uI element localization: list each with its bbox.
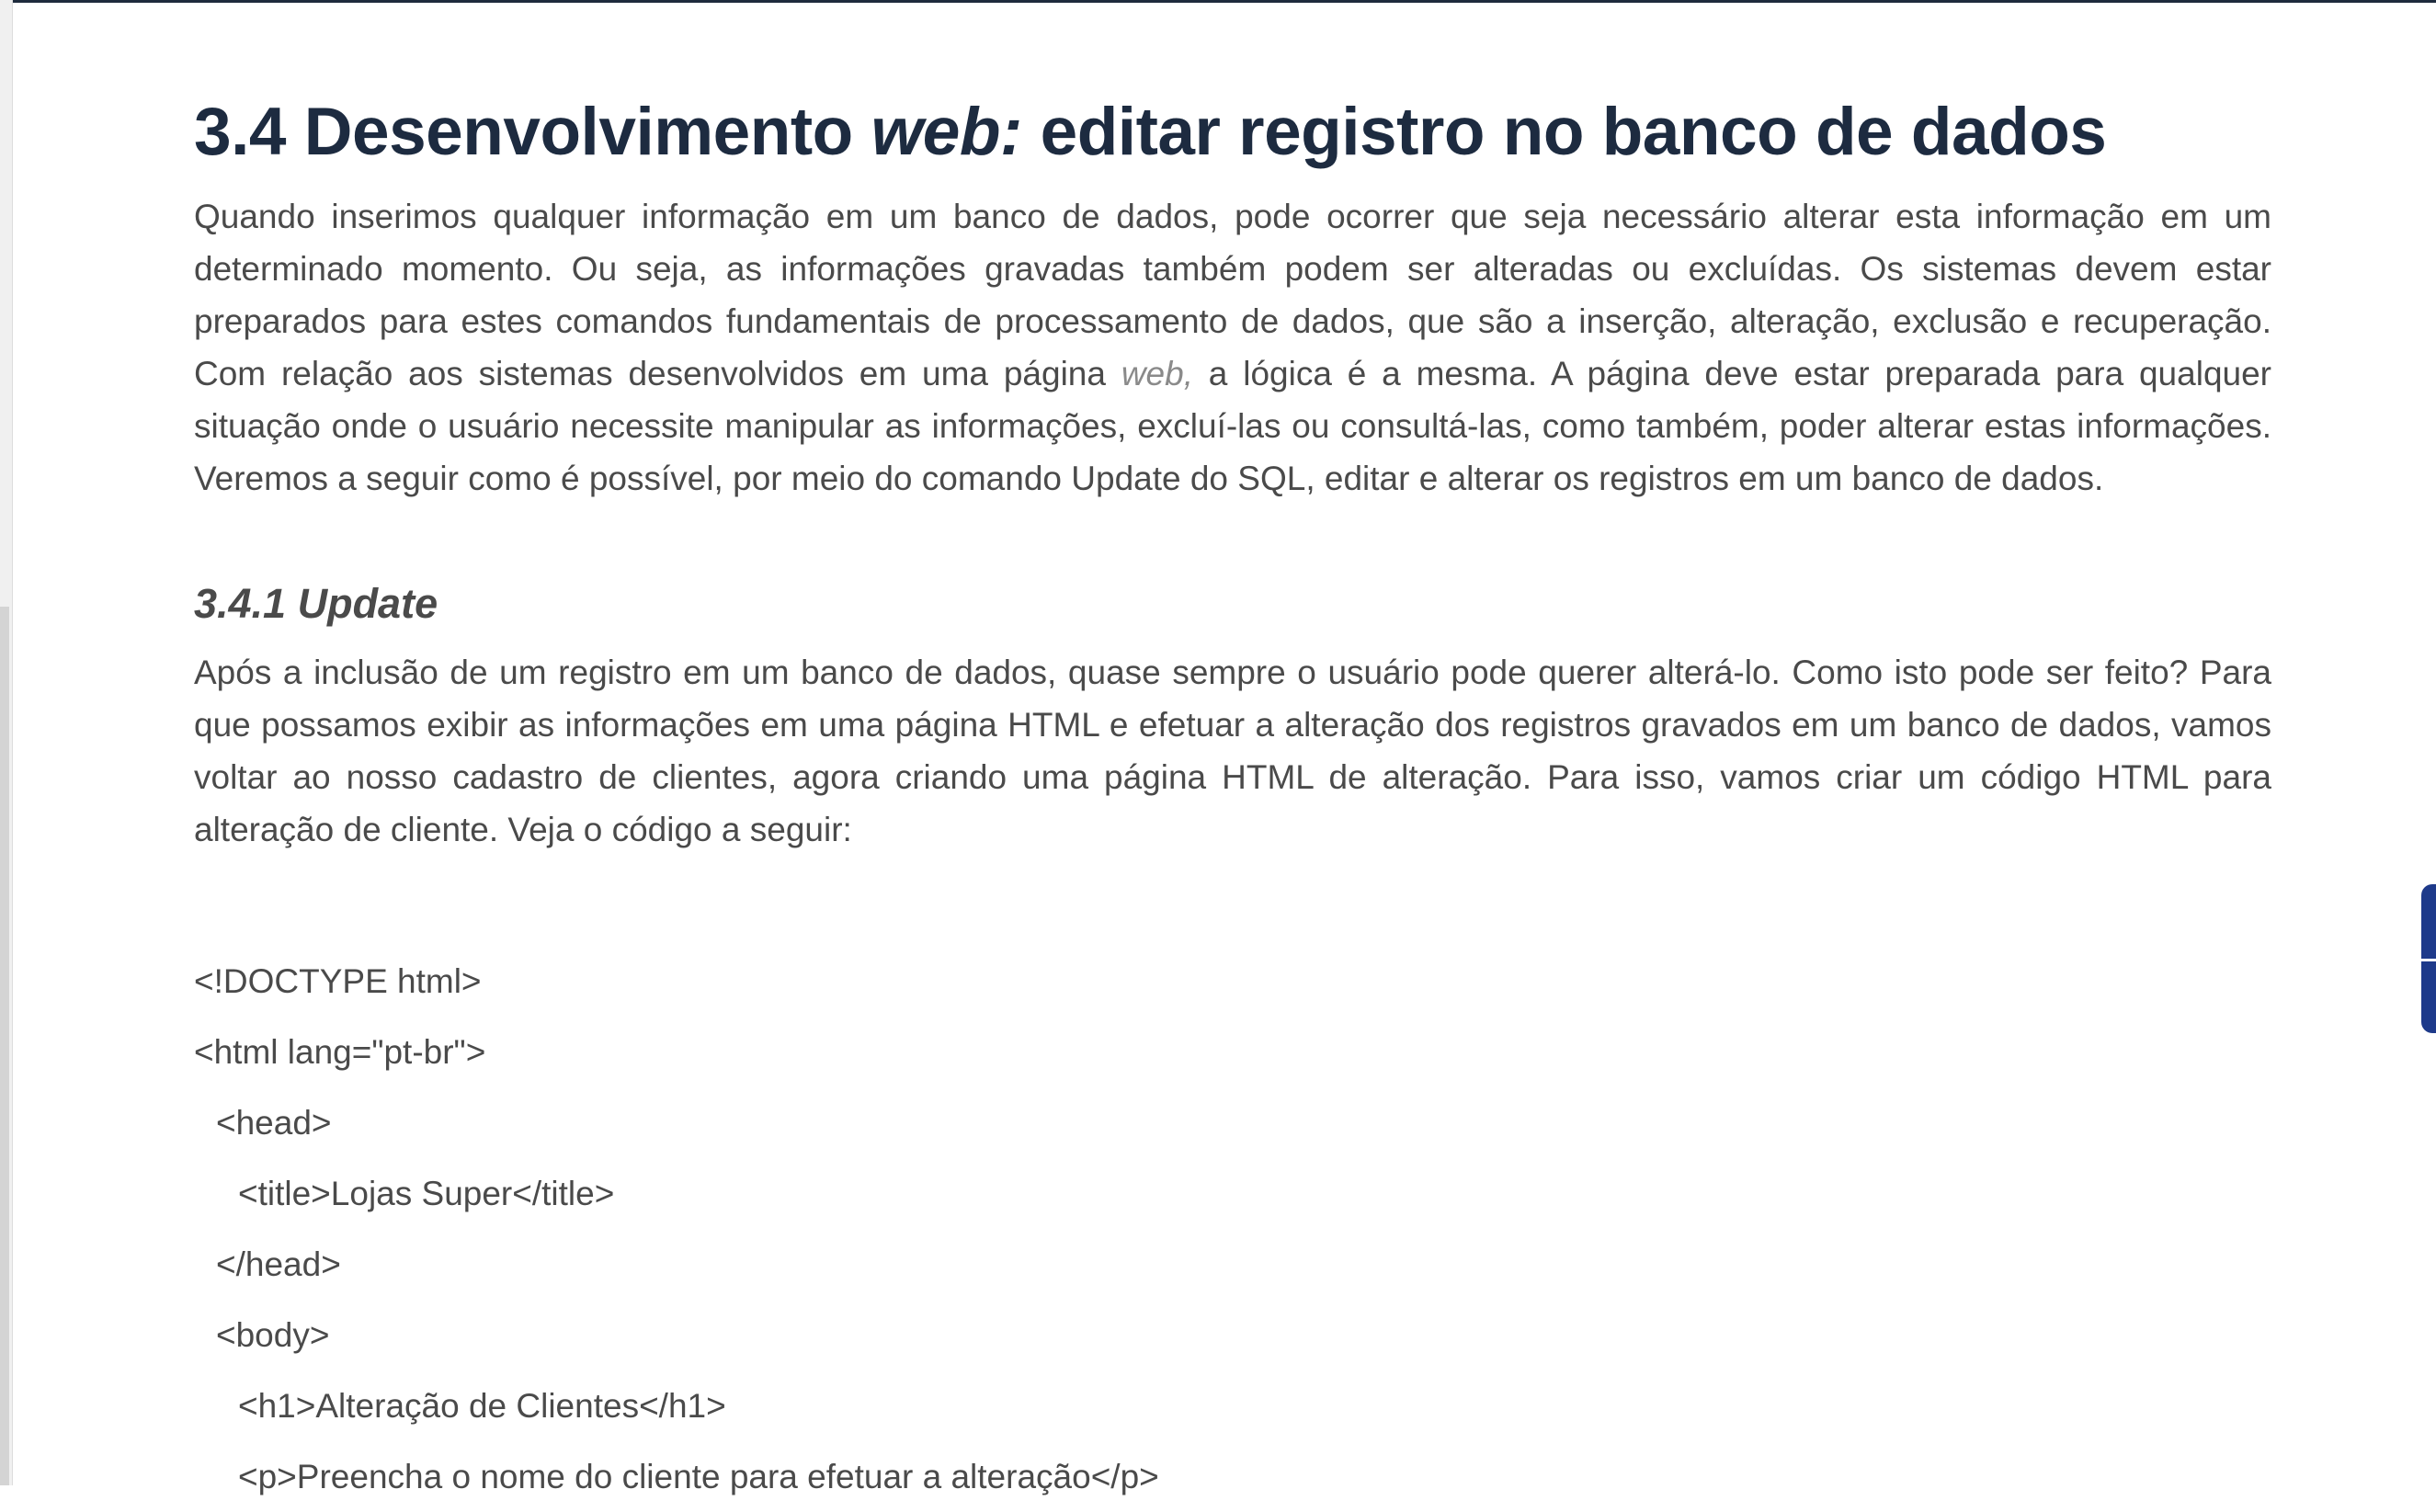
page-title-rest: editar registro no banco de dados [1021, 95, 2107, 169]
code-line: <html lang="pt-br"> [194, 1033, 486, 1071]
left-scroll-rail[interactable] [0, 0, 13, 1485]
code-line: <h1>Alteração de Clientes</h1> [238, 1387, 726, 1425]
page-title-number: 3.4 Desenvolvimento [194, 95, 871, 169]
code-line: <body> [216, 1316, 330, 1354]
section-title: 3.4.1 Update [194, 580, 438, 627]
intro-web-term: web, [1121, 355, 1193, 392]
side-tab-divider [2421, 959, 2436, 961]
intro-paragraph: Quando inserimos qualquer informação em … [194, 190, 2271, 505]
code-line: <!DOCTYPE html> [194, 962, 482, 1000]
page-title: 3.4 Desenvolvimento web: editar registro… [194, 88, 2308, 176]
page-title-italic: web: [871, 95, 1023, 169]
code-line: <head> [216, 1104, 332, 1142]
code-line: </head> [216, 1245, 341, 1283]
code-line: <p>Preencha o nome do cliente para efetu… [238, 1458, 1159, 1495]
section-paragraph: Após a inclusão de um registro em um ban… [194, 654, 2271, 848]
code-line: <title>Lojas Super</title> [238, 1175, 615, 1212]
code-block: <!DOCTYPE html> <html lang="pt-br"> <hea… [194, 946, 1159, 1512]
scrollbar-thumb[interactable] [0, 607, 9, 1485]
top-border [0, 0, 2436, 3]
